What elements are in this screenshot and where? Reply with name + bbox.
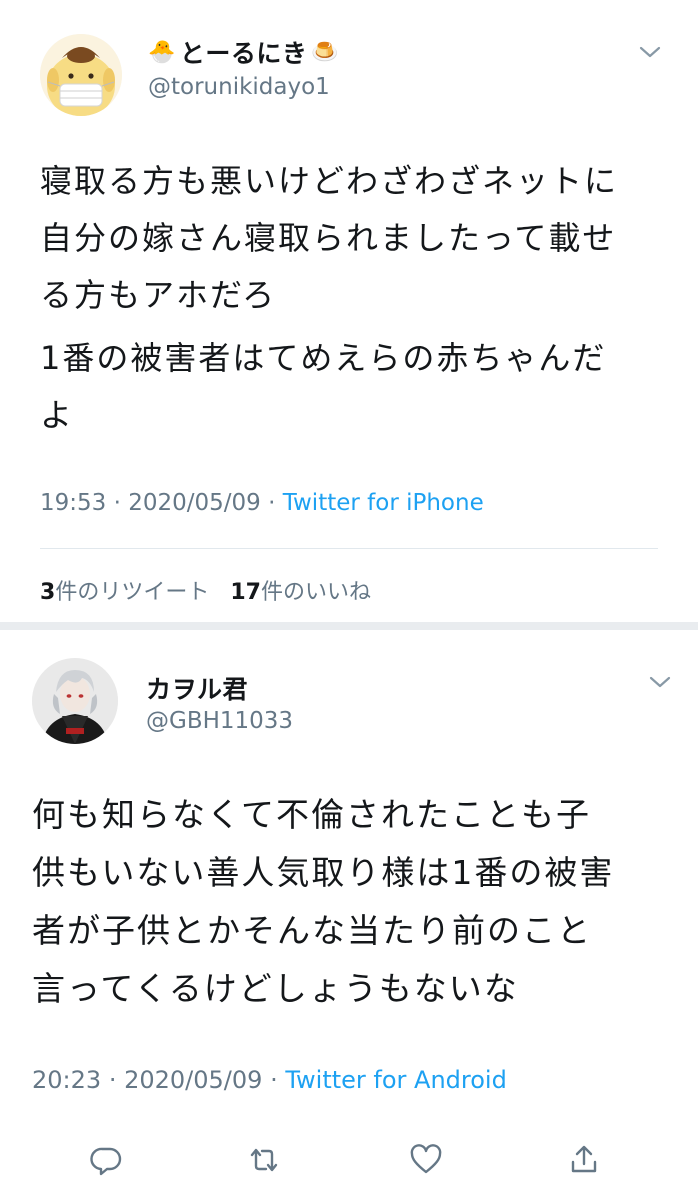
tweet-text-line: 供もいない善人気取り様は1番の被害: [32, 853, 615, 892]
display-name[interactable]: 🐣 とーるにき 🍮: [148, 34, 339, 70]
avatar[interactable]: [40, 34, 122, 116]
retweets-label: 件のリツイート: [55, 580, 210, 605]
chevron-down-icon[interactable]: [638, 44, 662, 60]
pompompurin-avatar-icon: [40, 34, 122, 116]
tweet-text-line: る方もアホだろ: [40, 276, 277, 314]
tweet-date: 2020/05/09: [124, 1066, 263, 1094]
tweet-reply: カヲル君 @GBH11033 何も知らなくて不倫されたことも子 供もいない善人気…: [0, 630, 698, 1200]
tweet-metadata: 19:53 · 2020/05/09 · Twitter for iPhone: [40, 490, 484, 516]
retweets-stat[interactable]: 3件のリツイート: [40, 580, 209, 605]
tweet-paragraph: 1番の被害者はてめえらの赤ちゃんだ よ: [40, 330, 680, 444]
tweet-text: 寝取る方も悪いけどわざわざネットに 自分の嫁さん寝取られましたって載せ る方もア…: [40, 153, 680, 444]
likes-count: 17: [230, 580, 261, 605]
tweet-text-line: 何も知らなくて不倫されたことも子: [32, 795, 592, 834]
meta-separator: ·: [108, 1066, 117, 1094]
chevron-down-icon[interactable]: [648, 674, 672, 690]
meta-separator: ·: [270, 1066, 278, 1094]
tweet-source-link[interactable]: Twitter for Android: [285, 1066, 506, 1094]
engagement-stats: 3件のリツイート 17件のいいね: [40, 574, 371, 606]
reply-icon[interactable]: [88, 1142, 124, 1178]
tweet-text-line: 寝取る方も悪いけどわざわざネットに: [40, 162, 619, 200]
tweet-paragraph: 何も知らなくて不倫されたことも子 供もいない善人気取り様は1番の被害 者が子供と…: [32, 786, 682, 1018]
tweet-main: 🐣 とーるにき 🍮 @torunikidayo1 寝取る方も悪いけどわざわざネッ…: [0, 0, 698, 622]
avatar[interactable]: [32, 658, 118, 744]
tweet-source-link[interactable]: Twitter for iPhone: [283, 490, 484, 516]
pudding-emoji: 🍮: [311, 39, 340, 65]
tweet-text-line: よ: [40, 396, 75, 434]
tweet-paragraph: 寝取る方も悪いけどわざわざネットに 自分の嫁さん寝取られましたって載せ る方もア…: [40, 153, 680, 324]
meta-separator: ·: [113, 490, 121, 516]
tweet-date: 2020/05/09: [128, 490, 261, 516]
share-icon[interactable]: [566, 1142, 602, 1178]
display-name-text: カヲル君: [146, 675, 249, 704]
tweet-time: 19:53: [40, 490, 107, 516]
username-handle[interactable]: @GBH11033: [146, 708, 293, 734]
likes-label: 件のいいね: [260, 580, 371, 605]
tweet-metadata: 20:23 · 2020/05/09 · Twitter for Android: [32, 1066, 507, 1094]
meta-separator: ·: [268, 490, 276, 516]
tweet-text-line: 者が子供とかそんな当たり前のこと: [32, 911, 592, 950]
tweet-text: 何も知らなくて不倫されたことも子 供もいない善人気取り様は1番の被害 者が子供と…: [32, 786, 682, 1018]
retweets-count: 3: [40, 580, 56, 605]
retweet-icon[interactable]: [246, 1142, 282, 1178]
hatching-chick-emoji: 🐣: [148, 39, 176, 65]
tweet-text-line: 言ってくるけどしょうもないな: [32, 969, 519, 1008]
tweet-text-line: 自分の嫁さん寝取られましたって載せ: [40, 219, 617, 257]
display-name-text: とーるにき: [179, 39, 308, 68]
likes-stat[interactable]: 17件のいいね: [230, 580, 371, 605]
section-separator: [0, 622, 698, 630]
tweet-time: 20:23: [32, 1066, 102, 1094]
display-name[interactable]: カヲル君: [146, 670, 248, 706]
heart-icon[interactable]: [408, 1142, 444, 1178]
anime-character-avatar-icon: [32, 658, 118, 744]
tweet-text-line: 1番の被害者はてめえらの赤ちゃんだ: [40, 339, 607, 377]
divider: [40, 548, 658, 549]
username-handle[interactable]: @torunikidayo1: [148, 74, 330, 100]
